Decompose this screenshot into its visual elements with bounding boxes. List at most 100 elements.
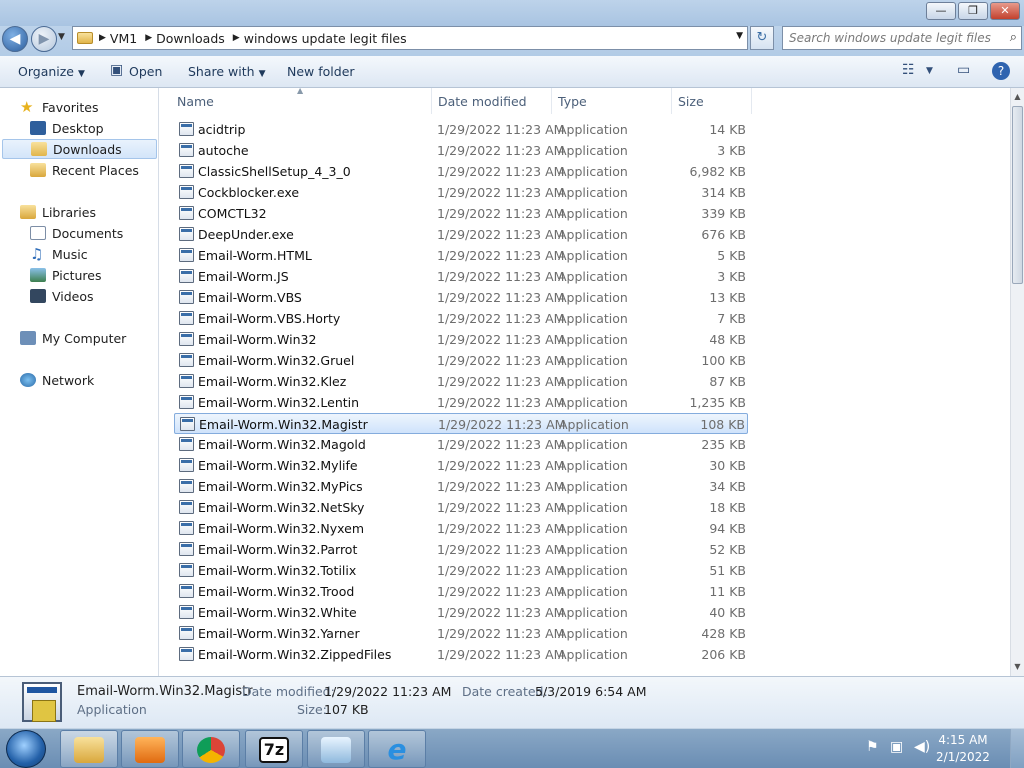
breadcrumb-arrow-icon[interactable]: ▶ — [233, 33, 240, 43]
nav-desktop[interactable]: Desktop — [30, 118, 104, 138]
taskbar-internet-explorer-button[interactable]: e — [368, 730, 426, 768]
nav-network[interactable]: Network — [20, 370, 94, 390]
address-chevron-down-icon[interactable]: ▼ — [736, 31, 743, 41]
application-icon — [179, 143, 194, 157]
breadcrumb-downloads[interactable]: Downloads — [156, 31, 225, 46]
application-icon — [179, 542, 194, 556]
taskbar-notepad-button[interactable] — [307, 730, 365, 768]
close-button[interactable]: ✕ — [990, 2, 1020, 20]
file-name: Email-Worm.VBS.Horty — [198, 311, 341, 326]
nav-documents[interactable]: Documents — [30, 223, 123, 243]
taskbar-media-player-button[interactable] — [121, 730, 179, 768]
table-row[interactable]: Email-Worm.Win32.NetSky 1/29/2022 11:23 A… — [174, 497, 748, 518]
forward-button[interactable]: ▶ — [31, 26, 57, 52]
table-row[interactable]: acidtrip 1/29/2022 11:23 AM Application 14 … — [174, 119, 748, 140]
address-bar[interactable]: ▶ VM1 ▶ Downloads ▶ windows update legit… — [72, 26, 748, 50]
share-with-button[interactable]: Share with ▼ — [188, 64, 265, 79]
file-name: Email-Worm.Win32.Mylife — [198, 458, 358, 473]
maximize-button[interactable]: ❐ — [958, 2, 988, 20]
file-size: 5 KB — [717, 248, 746, 263]
file-name: Email-Worm.Win32.NetSky — [198, 500, 365, 515]
taskbar-7zip-button[interactable]: 7z — [245, 730, 303, 768]
search-input[interactable]: Search windows update legit files ⌕ — [782, 26, 1022, 50]
nav-videos[interactable]: Videos — [30, 286, 94, 306]
breadcrumb-current-folder[interactable]: windows update legit files — [244, 31, 407, 46]
table-row[interactable]: Cockblocker.exe 1/29/2022 11:23 AM Applica… — [174, 182, 748, 203]
nav-libraries[interactable]: Libraries — [20, 202, 96, 222]
table-row[interactable]: Email-Worm.Win32.Parrot 1/29/2022 11:23 A… — [174, 539, 748, 560]
table-row[interactable]: DeepUnder.exe 1/29/2022 11:23 AM Applicati… — [174, 224, 748, 245]
table-row[interactable]: Email-Worm.Win32.MyPics 1/29/2022 11:23 A… — [174, 476, 748, 497]
table-row[interactable]: Email-Worm.HTML 1/29/2022 11:23 AM Applica… — [174, 245, 748, 266]
show-desktop-button[interactable] — [1010, 729, 1024, 768]
scroll-up-icon[interactable]: ▲ — [1011, 90, 1024, 104]
table-row[interactable]: ClassicShellSetup_4_3_0 1/29/2022 11:23 A… — [174, 161, 748, 182]
preview-pane-icon[interactable]: ▭ — [957, 62, 970, 78]
breadcrumb-vm1[interactable]: VM1 — [110, 31, 137, 46]
table-row[interactable]: Email-Worm.Win32.Lentin 1/29/2022 11:23 A… — [174, 392, 748, 413]
file-size: 108 KB — [700, 417, 745, 432]
vertical-scrollbar[interactable]: ▲ ▼ — [1010, 88, 1024, 676]
recent-pages-chevron-down-icon[interactable]: ▼ — [58, 32, 65, 42]
help-icon[interactable]: ? — [992, 62, 1010, 80]
minimize-button[interactable]: — — [926, 2, 956, 20]
nav-pictures[interactable]: Pictures — [30, 265, 102, 285]
file-type: Application — [558, 248, 628, 263]
taskbar-explorer-button[interactable] — [60, 730, 118, 768]
table-row[interactable]: Email-Worm.Win32.Gruel 1/29/2022 11:23 AM… — [174, 350, 748, 371]
table-row[interactable]: autoche 1/29/2022 11:23 AM Application 3 KB — [174, 140, 748, 161]
column-header-name[interactable]: Name ▲ — [171, 88, 432, 114]
organize-button[interactable]: Organize ▼ — [18, 64, 85, 79]
nav-music[interactable]: ♫ Music — [30, 244, 88, 264]
breadcrumb-arrow-icon[interactable]: ▶ — [99, 33, 106, 43]
back-button[interactable]: ◀ — [2, 26, 28, 52]
table-row[interactable]: Email-Worm.Win32.Magistr 1/29/2022 11:23 … — [174, 413, 748, 434]
details-file-name: Email-Worm.Win32.Magistr — [77, 684, 253, 699]
taskbar-chrome-button[interactable] — [182, 730, 240, 768]
start-button[interactable] — [6, 730, 46, 768]
network-tray-icon[interactable]: ▣ — [890, 739, 903, 755]
file-type: Application — [558, 584, 628, 599]
action-center-icon[interactable]: ⚑ — [866, 739, 879, 755]
column-header-date[interactable]: Date modified — [432, 88, 552, 114]
table-row[interactable]: Email-Worm.Win32.White 1/29/2022 11:23 AM… — [174, 602, 748, 623]
file-date-modified: 1/29/2022 11:23 AM — [437, 122, 565, 137]
file-size: 206 KB — [701, 647, 746, 662]
table-row[interactable]: Email-Worm.VBS 1/29/2022 11:23 AM Applicat… — [174, 287, 748, 308]
nav-recent-places[interactable]: Recent Places — [30, 160, 139, 180]
views-icon[interactable]: ☷ — [902, 62, 915, 78]
table-row[interactable]: Email-Worm.Win32.ZippedFiles 1/29/2022 11… — [174, 644, 748, 665]
nav-downloads[interactable]: Downloads — [2, 139, 157, 159]
table-row[interactable]: COMCTL32 1/29/2022 11:23 AM Application 339… — [174, 203, 748, 224]
table-row[interactable]: Email-Worm.Win32 1/29/2022 11:23 AM Applic… — [174, 329, 748, 350]
table-row[interactable]: Email-Worm.Win32.Magold 1/29/2022 11:23 A… — [174, 434, 748, 455]
scrollbar-thumb[interactable] — [1012, 106, 1023, 284]
file-type: Application — [558, 353, 628, 368]
file-date-modified: 1/29/2022 11:23 AM — [437, 353, 565, 368]
star-icon: ★ — [20, 98, 34, 116]
table-row[interactable]: Email-Worm.Win32.Nyxem 1/29/2022 11:23 AM… — [174, 518, 748, 539]
file-date-modified: 1/29/2022 11:23 AM — [437, 542, 565, 557]
scroll-down-icon[interactable]: ▼ — [1011, 660, 1024, 674]
table-row[interactable]: Email-Worm.Win32.Klez 1/29/2022 11:23 AM A… — [174, 371, 748, 392]
table-row[interactable]: Email-Worm.Win32.Yarner 1/29/2022 11:23 A… — [174, 623, 748, 644]
file-name: autoche — [198, 143, 249, 158]
nav-favorites[interactable]: ★ Favorites — [20, 97, 98, 117]
table-row[interactable]: Email-Worm.Win32.Trood 1/29/2022 11:23 AM… — [174, 581, 748, 602]
new-folder-button[interactable]: New folder — [287, 64, 355, 79]
file-size: 7 KB — [717, 311, 746, 326]
search-icon[interactable]: ⌕ — [1010, 30, 1017, 45]
table-row[interactable]: Email-Worm.Win32.Totilix 1/29/2022 11:23 … — [174, 560, 748, 581]
table-row[interactable]: Email-Worm.Win32.Mylife 1/29/2022 11:23 A… — [174, 455, 748, 476]
clock[interactable]: 4:15 AM 2/1/2022 — [928, 732, 998, 766]
breadcrumb-arrow-icon[interactable]: ▶ — [145, 33, 152, 43]
refresh-button[interactable]: ↻ — [750, 26, 774, 50]
views-chevron-down-icon[interactable]: ▼ — [926, 66, 933, 76]
column-header-size[interactable]: Size — [672, 88, 752, 114]
column-header-type[interactable]: Type — [552, 88, 672, 114]
table-row[interactable]: Email-Worm.VBS.Horty 1/29/2022 11:23 AM Ap… — [174, 308, 748, 329]
open-button[interactable]: Open — [129, 64, 162, 79]
address-row: ◀ ▶ ▼ ▶ VM1 ▶ Downloads ▶ windows update… — [0, 26, 1024, 56]
nav-my-computer[interactable]: My Computer — [20, 328, 126, 348]
table-row[interactable]: Email-Worm.JS 1/29/2022 11:23 AM Applicati… — [174, 266, 748, 287]
